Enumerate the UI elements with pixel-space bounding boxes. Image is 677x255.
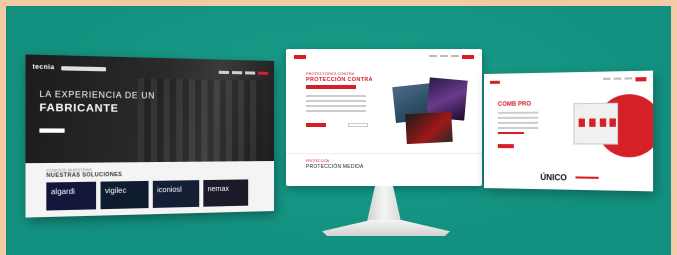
nav-item[interactable]: [613, 77, 622, 80]
building-image: [137, 78, 263, 163]
nav-item[interactable]: [429, 55, 437, 57]
left-website-screen: tecnia LA EXPERIENCIA DE UN FABRICANTE C…: [25, 54, 274, 218]
nav-item[interactable]: [245, 70, 256, 75]
hero-button[interactable]: [39, 128, 65, 133]
scene-frame: tecnia LA EXPERIENCIA DE UN FABRICANTE C…: [6, 6, 671, 255]
product-text-lines: [497, 111, 539, 132]
body-text-lines: [306, 95, 366, 115]
right-website-screen: COMB PRO ÚNICO: [484, 70, 654, 192]
monitor-nav-menu: [429, 55, 474, 59]
nav-item[interactable]: [603, 77, 611, 80]
solution-card[interactable]: vigilec: [100, 180, 149, 210]
monitor-logo[interactable]: [294, 55, 306, 59]
product-device-image: [573, 102, 619, 145]
solution-card[interactable]: algardi: [46, 181, 97, 211]
footer-title: PROTECCIÓN MEDIDA: [306, 164, 364, 170]
search-input[interactable]: [61, 66, 107, 72]
solution-card[interactable]: iconiosl: [152, 180, 200, 208]
nav-item[interactable]: [451, 55, 459, 57]
solutions-cards: algardi vigilec iconiosl nemax: [46, 179, 249, 211]
primary-button[interactable]: [306, 123, 326, 127]
right-nav-menu: [603, 77, 647, 82]
left-logo[interactable]: tecnia: [32, 64, 54, 71]
nav-cta-button[interactable]: [462, 55, 474, 59]
headline-highlight-bar: [306, 85, 356, 89]
nav-item[interactable]: [232, 70, 243, 74]
monitor-headline: PROTECCIÓN CONTRA: [306, 77, 373, 83]
tagline-underline: [575, 176, 599, 179]
center-monitor-screen: PROTECTORES CONTRA PROTECCIÓN CONTRA PRO…: [286, 49, 482, 186]
photo-product: [405, 111, 453, 145]
right-logo[interactable]: [489, 80, 500, 84]
product-title: COMB PRO: [497, 101, 532, 108]
section-divider: [286, 153, 482, 154]
right-nav-bar: [489, 76, 647, 85]
hero-line-2: FABRICANTE: [39, 102, 119, 115]
section-title: NUESTRAS SOLUCIONES: [46, 171, 123, 180]
tagline: ÚNICO: [540, 172, 567, 183]
monitor-eyebrow: PROTECTORES CONTRA: [306, 71, 355, 76]
nav-item[interactable]: [218, 70, 229, 74]
solution-card[interactable]: nemax: [203, 179, 249, 207]
nav-item[interactable]: [624, 77, 633, 80]
secondary-button[interactable]: [348, 123, 368, 127]
nav-item[interactable]: [440, 55, 448, 57]
footer-eyebrow: PROTECCIÓN: [306, 159, 330, 163]
monitor-nav-bar: [294, 54, 474, 60]
nav-cta-button[interactable]: [635, 77, 647, 82]
left-nav-menu: [218, 70, 269, 75]
hero-line-1: LA EXPERIENCIA DE UN: [39, 89, 156, 101]
product-button[interactable]: [497, 144, 514, 149]
nav-cta-button[interactable]: [258, 71, 269, 75]
accent-line: [497, 132, 524, 135]
